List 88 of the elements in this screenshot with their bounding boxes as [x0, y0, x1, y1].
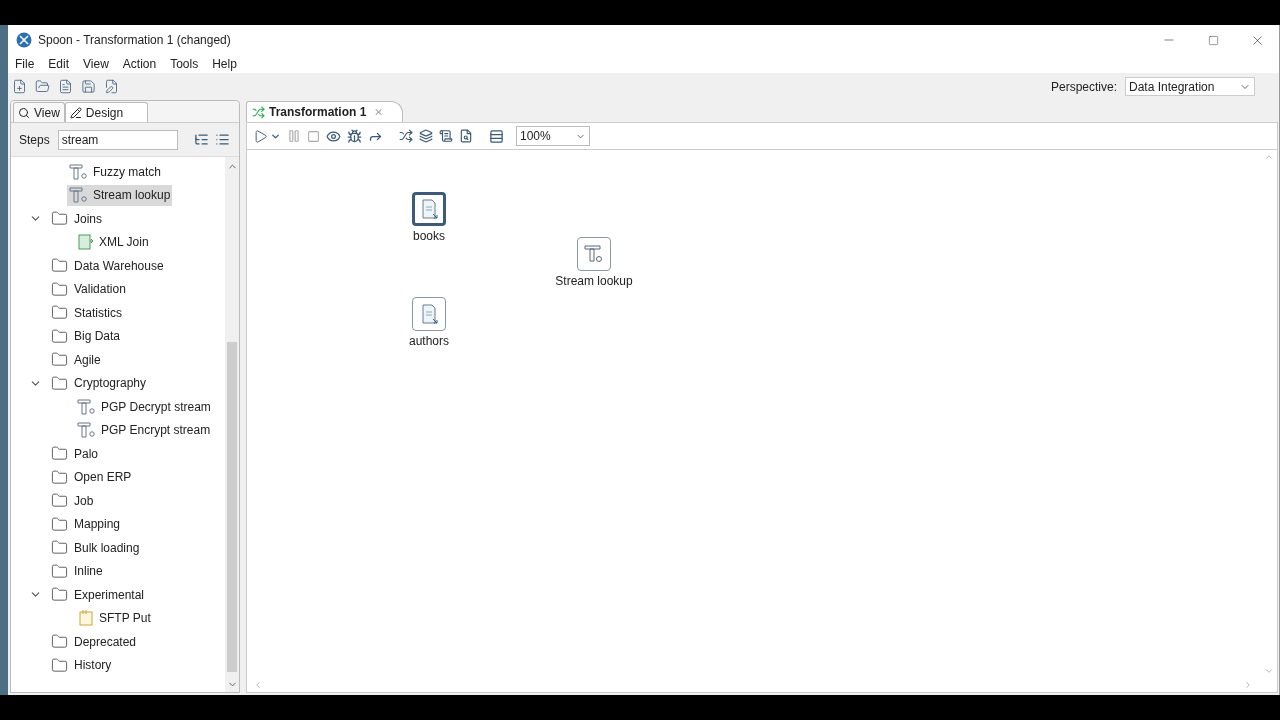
document-icon[interactable]	[58, 79, 73, 94]
tree-folder[interactable]: Mapping	[74, 515, 121, 534]
tree-folder[interactable]: Experimental	[74, 585, 145, 604]
perspective-dropdown[interactable]: Data Integration	[1125, 77, 1255, 96]
folder-icon	[51, 539, 68, 557]
maximize-icon[interactable]	[1207, 34, 1219, 46]
verify-icon[interactable]	[399, 129, 413, 143]
open-folder-icon[interactable]	[35, 79, 50, 94]
sql-icon[interactable]	[439, 129, 453, 143]
hammer-icon	[77, 397, 97, 416]
tree-folder[interactable]: Open ERP	[74, 468, 132, 487]
preview-icon[interactable]	[326, 128, 341, 144]
tree-folder[interactable]: Bulk loading	[74, 538, 140, 557]
folder-icon	[51, 445, 68, 463]
zoom-dropdown[interactable]: 100%	[516, 126, 590, 146]
menu-item[interactable]: Tools	[170, 55, 199, 73]
scrollbar[interactable]	[225, 157, 239, 692]
pencil-icon	[69, 106, 82, 119]
tree-folder[interactable]: Job	[74, 491, 94, 510]
folder-icon	[51, 492, 68, 510]
folder-icon	[51, 586, 68, 604]
folder-icon	[51, 304, 68, 322]
menu-item[interactable]: Action	[122, 55, 157, 73]
debug-icon[interactable]	[347, 128, 362, 144]
tree-item[interactable]: PGP Encrypt stream	[75, 419, 213, 441]
step-label: books	[413, 228, 445, 245]
tree-folder[interactable]: Inline	[74, 562, 103, 581]
step-label: authors	[409, 333, 449, 350]
steps-search-field[interactable]: stream	[57, 129, 178, 150]
menu-item[interactable]: Help	[212, 55, 237, 73]
perspective-label: Perspective:	[1050, 78, 1117, 96]
file-icon	[77, 609, 95, 628]
tree-item[interactable]: XML Join	[75, 231, 151, 253]
folder-icon	[51, 656, 68, 674]
tree-folder[interactable]: Statistics	[74, 303, 122, 322]
step-node[interactable]	[577, 237, 611, 271]
menu-item[interactable]: File	[15, 55, 35, 73]
tree-folder[interactable]: Cryptography	[74, 374, 147, 393]
hammer-icon	[69, 186, 89, 205]
tree-item[interactable]: PGP Decrypt stream	[75, 396, 213, 418]
steps-label: Steps	[19, 131, 50, 149]
impact-icon[interactable]	[419, 129, 433, 143]
menu-item[interactable]: View	[83, 55, 109, 73]
view-icon	[18, 106, 30, 119]
list-view-icon[interactable]	[214, 132, 230, 147]
run-icon[interactable]	[253, 128, 268, 144]
save-icon[interactable]	[81, 79, 96, 94]
folder-icon	[51, 210, 68, 228]
transformation-icon	[252, 105, 265, 119]
hammer-icon	[583, 243, 605, 265]
results-icon[interactable]	[489, 128, 504, 144]
step-node[interactable]	[412, 192, 446, 226]
tree-folder[interactable]: Data Warehouse	[74, 256, 164, 275]
hammer-icon	[69, 162, 89, 181]
tree-folder[interactable]: History	[74, 656, 112, 675]
folder-icon	[51, 515, 68, 533]
panel-tab[interactable]: View	[13, 102, 65, 122]
xml-file-icon	[77, 233, 95, 252]
menu-item[interactable]: Edit	[48, 55, 70, 73]
folder-icon	[51, 327, 68, 345]
tree-folder[interactable]: Joins	[74, 209, 102, 228]
step-node[interactable]	[412, 297, 446, 331]
folder-icon	[51, 562, 68, 580]
app-logo-icon	[16, 32, 32, 48]
panel-tab[interactable]: Design	[64, 102, 149, 122]
tree-view-icon[interactable]	[193, 132, 209, 147]
step-label: Stream lookup	[555, 273, 633, 290]
tree-item[interactable]: Fuzzy match	[67, 161, 163, 183]
folder-icon	[51, 374, 68, 392]
tree-folder[interactable]: Deprecated	[74, 632, 137, 651]
tree-folder[interactable]: Agile	[74, 350, 101, 369]
folder-icon	[51, 468, 68, 486]
tree-item[interactable]: Stream lookup	[67, 184, 173, 206]
hammer-icon	[77, 421, 97, 440]
window-title: Spoon - Transformation 1 (changed)	[38, 32, 231, 49]
folder-icon	[51, 633, 68, 651]
explore-icon[interactable]	[459, 129, 473, 143]
tree-folder[interactable]: Palo	[74, 444, 99, 463]
stop-icon[interactable]	[307, 129, 320, 143]
tree-item[interactable]: SFTP Put	[75, 607, 153, 629]
folder-icon	[51, 351, 68, 369]
folder-icon	[51, 257, 68, 275]
tree-folder[interactable]: Big Data	[74, 327, 121, 346]
new-file-icon[interactable]	[12, 79, 27, 94]
tree-folder[interactable]: Validation	[74, 280, 126, 299]
folder-icon	[51, 280, 68, 298]
editor-tab[interactable]: Transformation 1 ⨯	[246, 101, 404, 122]
save-as-icon[interactable]	[104, 79, 119, 94]
